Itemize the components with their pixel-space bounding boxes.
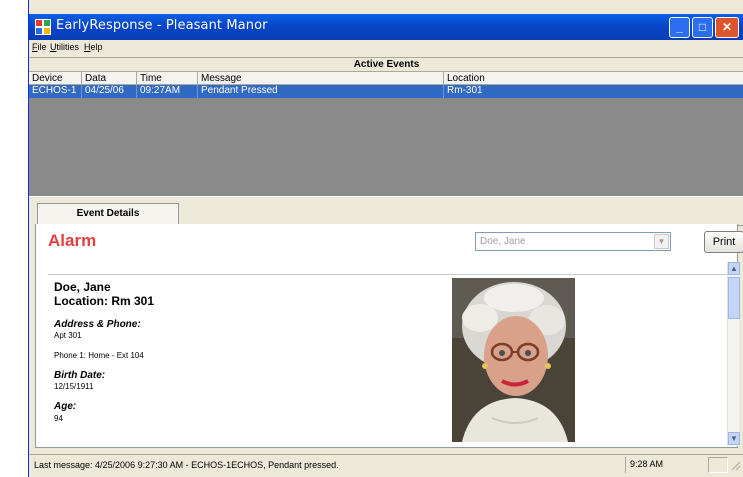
resident-photo (452, 278, 575, 442)
menu-file[interactable]: File (32, 42, 47, 52)
resident-select-value: Doe, Jane (480, 236, 526, 247)
event-location: Rm-301 (447, 85, 483, 96)
event-date: 04/25/06 (82, 85, 137, 98)
menu-file-rest: ile (37, 42, 47, 52)
scroll-thumb[interactable] (728, 277, 740, 319)
events-grid-empty-area (29, 98, 743, 196)
tab-strip: Event Details (29, 196, 743, 226)
column-location[interactable]: Location (444, 72, 743, 84)
active-events-header: Active Events (29, 57, 743, 71)
maximize-button[interactable]: □ (692, 17, 713, 38)
event-row[interactable]: ECHOS-1 04/25/06 09:27AM Pendant Pressed… (29, 85, 743, 98)
status-message: Last message: 4/25/2006 9:27:30 AM - ECH… (34, 460, 339, 470)
scroll-up-icon[interactable]: ▲ (728, 262, 740, 275)
address-phone-label: Address & Phone: (54, 319, 141, 330)
address-value: Apt 301 (54, 331, 82, 340)
menu-help[interactable]: Help (84, 42, 103, 52)
app-icon (35, 19, 51, 35)
age-label: Age: (54, 401, 77, 412)
resident-location: Location: Rm 301 (54, 294, 155, 308)
resident-name: Doe, Jane (54, 280, 111, 294)
menu-bar: File Utilities Help (29, 40, 743, 56)
resize-grip-icon[interactable] (729, 459, 741, 471)
scroll-down-icon[interactable]: ▼ (728, 432, 740, 445)
app-window: EarlyResponse - Pleasant Manor _ □ ✕ Fil… (28, 0, 743, 477)
birth-date-value: 12/15/1911 (54, 382, 94, 391)
resident-select[interactable]: Doe, Jane ▼ (475, 232, 671, 251)
tab-event-details[interactable]: Event Details (37, 203, 179, 226)
column-message[interactable]: Message (198, 72, 444, 84)
menu-utilities[interactable]: Utilities (50, 42, 79, 52)
event-details-panel: Alarm Doe, Jane ▼ Print Doe, Jane Locati… (35, 224, 743, 448)
alarm-title: Alarm (48, 231, 97, 250)
status-panel (708, 457, 728, 473)
details-scrollbar[interactable]: ▲ ▼ (727, 262, 740, 446)
menu-utilities-rest: tilities (56, 42, 80, 52)
column-time[interactable]: Time (137, 72, 198, 84)
chevron-down-icon[interactable]: ▼ (654, 234, 669, 249)
print-button[interactable]: Print (704, 231, 743, 253)
column-data[interactable]: Data (82, 72, 137, 84)
birth-date-label: Birth Date: (54, 370, 106, 381)
title-bar[interactable]: EarlyResponse - Pleasant Manor _ □ ✕ (29, 14, 743, 40)
event-message: Pendant Pressed (198, 85, 444, 98)
status-time: 9:28 AM (625, 457, 707, 473)
event-device: ECHOS-1 (29, 85, 82, 98)
events-grid-header: Device Data Time Message Location (29, 71, 743, 85)
minimize-button[interactable]: _ (669, 17, 690, 38)
phone-value: Phone 1: Home - Ext 104 (54, 351, 144, 360)
window-title: EarlyResponse - Pleasant Manor (56, 18, 268, 33)
status-bar: Last message: 4/25/2006 9:27:30 AM - ECH… (29, 454, 743, 474)
close-button[interactable]: ✕ (715, 17, 739, 38)
column-device[interactable]: Device (29, 72, 82, 84)
details-separator (48, 274, 733, 275)
menu-help-rest: elp (90, 42, 103, 52)
age-value: 94 (54, 414, 63, 423)
event-time: 09:27AM (137, 85, 198, 98)
